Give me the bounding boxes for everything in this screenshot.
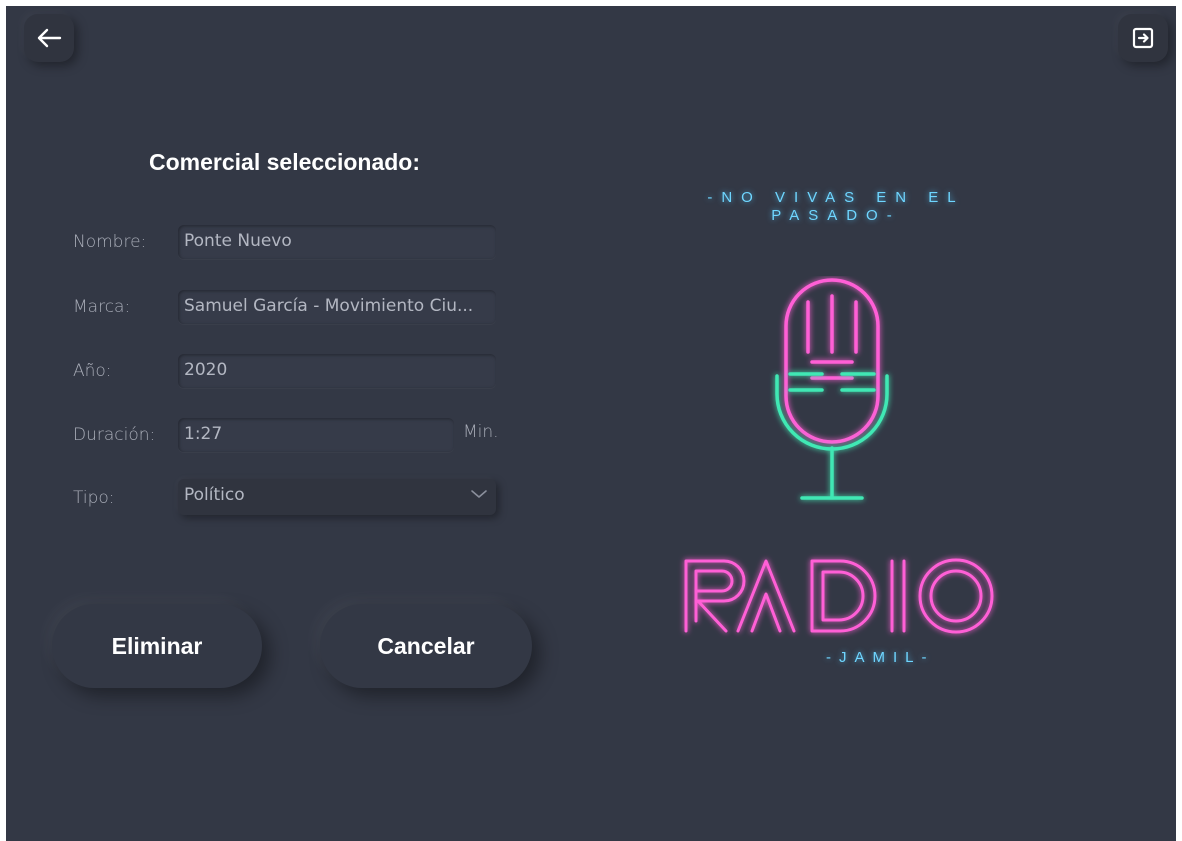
tipo-label: Tipo: <box>73 488 115 508</box>
back-button[interactable] <box>24 14 74 62</box>
radio-logo <box>684 278 994 634</box>
delete-button[interactable]: Eliminar <box>52 604 262 688</box>
marca-label: Marca: <box>73 297 131 317</box>
slogan-line-1: -NO VIVAS EN EL <box>707 189 965 206</box>
app-window: Comercial seleccionado: Nombre: Ponte Nu… <box>6 6 1176 841</box>
slogan-line-2: PASADO- <box>771 207 901 224</box>
duracion-field[interactable]: 1:27 <box>178 418 454 452</box>
brand-subtitle: -JAMIL- <box>826 649 935 666</box>
exit-button[interactable] <box>1118 14 1168 62</box>
anio-label: Año: <box>73 361 112 381</box>
tipo-select[interactable]: Político <box>178 479 496 515</box>
duracion-label: Duración: <box>73 425 156 445</box>
marca-field[interactable]: Samuel García - Movimiento Ciu... <box>178 290 496 324</box>
slogan: -NO VIVAS EN EL PASADO- <box>646 189 1026 225</box>
arrow-left-icon <box>37 28 62 48</box>
page-title: Comercial seleccionado: <box>149 149 420 175</box>
microphone-icon <box>784 278 880 444</box>
chevron-down-icon <box>471 490 487 498</box>
cancel-button[interactable]: Cancelar <box>320 604 532 688</box>
tipo-select-value: Político <box>184 485 245 505</box>
duracion-unit: Min. <box>463 422 499 442</box>
anio-field[interactable]: 2020 <box>178 354 496 388</box>
logout-icon <box>1132 27 1154 49</box>
nombre-label: Nombre: <box>73 232 147 252</box>
nombre-field[interactable]: Ponte Nuevo <box>178 225 496 259</box>
